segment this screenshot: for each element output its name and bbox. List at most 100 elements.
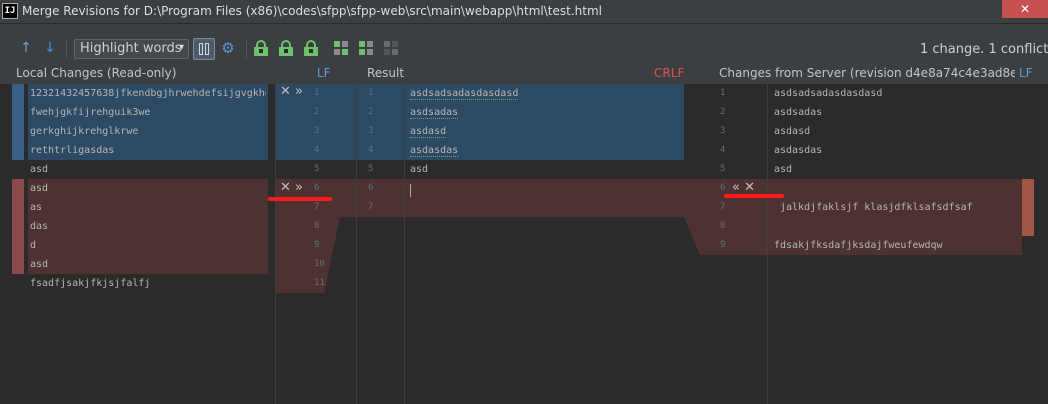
changes-summary: 1 change. 1 conflict: [920, 42, 1048, 57]
code-line: fwehjgkfijrehguik3we: [30, 107, 151, 118]
annotation-underline-right: [724, 194, 784, 198]
toolbar: ↑ ↓ Highlight words ▾ ⚙ 1 change. 1 conf…: [0, 24, 1048, 64]
result-line-separator[interactable]: CRLF: [654, 66, 684, 80]
code-line: asdasdas: [774, 145, 823, 156]
code-line: rethtrligasdas: [30, 145, 115, 156]
line-number: 7: [368, 202, 374, 212]
line-number: 5: [368, 164, 374, 174]
highlight-mode-select[interactable]: Highlight words ▾: [74, 39, 189, 59]
line-number: 4: [368, 145, 374, 155]
window-title: Merge Revisions for D:\Program Files (x8…: [22, 4, 602, 18]
line-number: 5: [720, 164, 726, 174]
divider: [275, 84, 276, 404]
line-number: 9: [314, 240, 320, 250]
lock-left-scroll-icon[interactable]: [254, 40, 268, 56]
ignore-conflict-right-icon[interactable]: ✕: [744, 180, 755, 195]
apply-conflict-right-icon[interactable]: »: [295, 180, 303, 195]
right-line-separator[interactable]: LF: [1019, 66, 1033, 80]
lock-right-scroll-icon[interactable]: [304, 40, 318, 56]
apply-conflict-left-icon[interactable]: «: [732, 180, 740, 195]
line-number: 2: [314, 107, 320, 117]
left-line-separator[interactable]: LF: [317, 66, 331, 80]
line-number: 8: [720, 221, 726, 231]
apply-non-conflicting-right-icon[interactable]: [384, 41, 398, 55]
line-number: 3: [368, 126, 374, 136]
right-merge-gutter: 123456789 « ✕: [684, 84, 768, 404]
server-changes-editor[interactable]: asdsadsadasdasdasd asdsadas asdasd asdasdas…: [768, 84, 1048, 404]
apply-change-right-icon[interactable]: »: [295, 84, 303, 99]
divider: [767, 84, 768, 404]
line-number: 10: [314, 259, 325, 269]
local-changes-editor[interactable]: 12321432457638jfkendbgjhrwehdefsijgvgkhe…: [0, 84, 268, 404]
code-line: asdasd: [410, 126, 447, 138]
column-headers: Local Changes (Read-only) LF Result CRLF…: [0, 64, 1048, 84]
code-line: asdasd: [774, 126, 811, 137]
apply-non-conflicting-left-icon[interactable]: [334, 41, 348, 55]
result-editor[interactable]: asdsadsadasdasdasd asdsadas asdasd asdasdas…: [404, 84, 684, 404]
lock-both-scroll-icon[interactable]: [279, 40, 293, 56]
line-number: 8: [314, 221, 320, 231]
ignore-change-icon[interactable]: ✕: [280, 84, 291, 99]
gutter-change-connector: [324, 84, 356, 160]
line-number: 3: [720, 126, 726, 136]
code-line: 12321432457638jfkendbgjhrwehdefsijgvgkhe: [30, 88, 266, 99]
line-number: 6: [314, 183, 320, 193]
annotation-underline-left: [268, 197, 332, 201]
code-line: d: [30, 240, 37, 251]
code-line: asdsadas: [774, 107, 823, 118]
line-number: 7: [720, 202, 726, 212]
column-icon: [199, 43, 203, 55]
apply-non-conflicting-all-icon[interactable]: [359, 41, 373, 55]
close-button[interactable]: ✕: [1002, 0, 1048, 18]
code-line: asd: [30, 183, 49, 194]
line-number: 2: [368, 107, 374, 117]
code-line: asd: [30, 259, 49, 270]
line-number: 1: [720, 88, 726, 98]
ignore-conflict-icon[interactable]: ✕: [280, 180, 291, 195]
title-bar: IJ Merge Revisions for D:\Program Files …: [0, 0, 1048, 24]
code-line: fsadfjsakjfkjsjfalfj: [30, 278, 151, 289]
code-line: asdasdas: [410, 145, 459, 157]
highlight-mode-value: Highlight words: [80, 41, 182, 56]
left-merge-gutter: 1 2 3 4 5 6 7 8 9 10 11 ✕ » ✕ »: [276, 84, 356, 404]
left-panel-title: Local Changes (Read-only): [16, 66, 177, 80]
line-number: 2: [720, 107, 726, 117]
code-line: gerkghijkrehglkrwe: [30, 126, 139, 137]
code-line: asdsadsadasdasdasd: [774, 88, 883, 99]
line-number: 1: [314, 88, 320, 98]
chevron-down-icon: ▾: [178, 42, 184, 53]
line-number: 4: [720, 145, 726, 155]
right-panel-title: Changes from Server (revision d4e8a74c4e…: [719, 66, 1015, 80]
side-by-side-toggle-button[interactable]: [193, 38, 215, 60]
code-line: asdsadas: [410, 107, 459, 119]
code-line: asd: [30, 164, 49, 175]
gutter-conflict-connector-right: [684, 179, 716, 255]
next-difference-icon[interactable]: ↓: [42, 40, 58, 56]
line-number: 1: [368, 88, 374, 98]
divider: [356, 84, 357, 404]
change-actions-left: ✕ »: [280, 84, 303, 100]
result-gutter-change-band: [356, 84, 404, 160]
conflict-marker-red: [12, 179, 24, 274]
line-number: 4: [314, 145, 320, 155]
line-number: 5: [314, 164, 320, 174]
intellij-icon: IJ: [2, 3, 18, 19]
code-line: as: [30, 202, 43, 213]
gear-icon[interactable]: ⚙: [220, 40, 236, 56]
conflict-actions-left: ✕ »: [280, 180, 303, 196]
code-line: das: [30, 221, 49, 232]
code-line: asdsadsadasdasdasd: [410, 88, 519, 100]
column-icon: [205, 43, 209, 55]
divider: [404, 84, 405, 404]
line-number: 6: [368, 183, 374, 193]
result-line-number-column: 1 2 3 4 5 6 7: [356, 84, 404, 404]
line-number: 9: [720, 240, 726, 250]
code-line: fdsakjfksdafjksdajfweufewdqw: [774, 240, 943, 251]
line-number: 11: [314, 278, 325, 288]
previous-difference-icon[interactable]: ↑: [18, 40, 34, 56]
code-line: jalkdjfaklsjf klasjdfklsafsdfsaf: [780, 202, 973, 213]
